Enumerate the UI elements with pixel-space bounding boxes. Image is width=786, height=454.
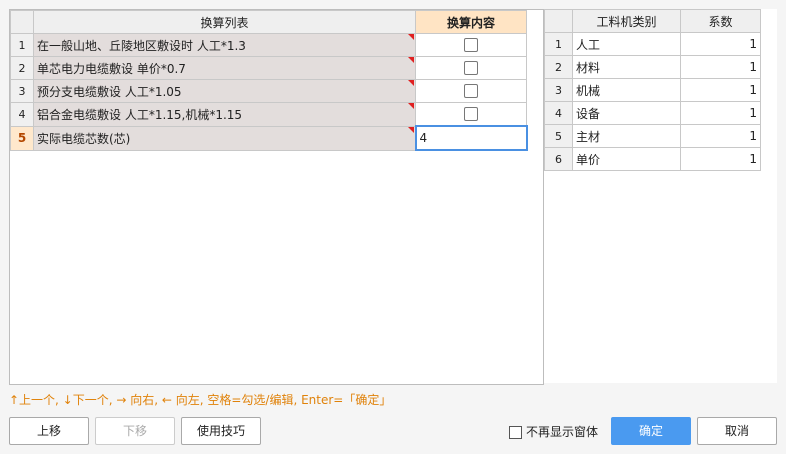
table-row[interactable]: 5 实际电缆芯数(芯) 4 bbox=[10, 125, 528, 151]
core-count-input[interactable]: 4 bbox=[414, 125, 528, 151]
note-flag-icon bbox=[408, 57, 414, 63]
material-category[interactable]: 机械 bbox=[572, 78, 681, 102]
conversion-name-text: 单芯电力电缆敷设 单价*0.7 bbox=[37, 61, 186, 76]
conversion-checkbox-cell[interactable] bbox=[415, 102, 527, 127]
table-row[interactable]: 2 单芯电力电缆敷设 单价*0.7 bbox=[10, 56, 527, 80]
corner-header bbox=[544, 9, 573, 33]
conversion-name[interactable]: 单芯电力电缆敷设 单价*0.7 bbox=[33, 56, 416, 80]
conversion-name[interactable]: 预分支电缆敷设 人工*1.05 bbox=[33, 79, 416, 103]
conversion-name[interactable]: 实际电缆芯数(芯) bbox=[33, 125, 416, 151]
row-number: 6 bbox=[544, 147, 573, 171]
material-category[interactable]: 材料 bbox=[572, 55, 681, 79]
row-number: 5 bbox=[10, 125, 34, 151]
conversion-checkbox[interactable] bbox=[464, 61, 478, 76]
row-number: 2 bbox=[544, 55, 573, 79]
note-flag-icon bbox=[408, 80, 414, 86]
keyboard-hint: ↑上一个, ↓下一个, → 向右, ← 向左, 空格=勾选/编辑, Enter=… bbox=[9, 393, 392, 407]
conversion-checkbox-cell[interactable] bbox=[415, 33, 527, 57]
table-row[interactable]: 4 铝合金电缆敷设 人工*1.15,机械*1.15 bbox=[10, 102, 527, 127]
no-show-window-checkbox[interactable]: 不再显示窗体 bbox=[509, 423, 598, 440]
conversion-name-text: 实际电缆芯数(芯) bbox=[37, 131, 131, 146]
table-row[interactable]: 3 预分支电缆敷设 人工*1.05 bbox=[10, 79, 527, 103]
conversion-name[interactable]: 铝合金电缆敷设 人工*1.15,机械*1.15 bbox=[33, 102, 416, 127]
table-row[interactable]: 1 在一般山地、丘陵地区敷设时 人工*1.3 bbox=[10, 33, 527, 57]
conversion-name[interactable]: 在一般山地、丘陵地区敷设时 人工*1.3 bbox=[33, 33, 416, 57]
row-number: 4 bbox=[544, 101, 573, 125]
material-category[interactable]: 单价 bbox=[572, 147, 681, 171]
conversion-content-header[interactable]: 换算内容 bbox=[415, 10, 527, 34]
conversion-checkbox-cell[interactable] bbox=[415, 79, 527, 103]
table-row[interactable]: 6 单价 1 bbox=[544, 147, 761, 171]
table-row[interactable]: 4 设备 1 bbox=[544, 101, 761, 125]
row-number: 1 bbox=[10, 33, 34, 57]
cancel-button[interactable]: 取消 bbox=[697, 417, 777, 445]
conversion-list-panel: 换算列表 换算内容 1 在一般山地、丘陵地区敷设时 人工*1.3 2 单芯电力电… bbox=[9, 9, 544, 385]
checkbox-box[interactable] bbox=[509, 426, 522, 439]
row-number: 3 bbox=[544, 78, 573, 102]
conversion-checkbox[interactable] bbox=[464, 84, 478, 99]
coefficient-header[interactable]: 系数 bbox=[680, 9, 761, 33]
coefficient-table: 工料机类别 系数 1 人工 1 2 材料 1 3 机械 1 4 设备 1 5 主… bbox=[544, 9, 761, 171]
material-category[interactable]: 人工 bbox=[572, 32, 681, 56]
material-category-header[interactable]: 工料机类别 bbox=[572, 9, 681, 33]
coefficient-value[interactable]: 1 bbox=[680, 124, 761, 148]
conversion-name-text: 在一般山地、丘陵地区敷设时 人工*1.3 bbox=[37, 38, 246, 53]
row-number: 4 bbox=[10, 102, 34, 127]
row-number: 2 bbox=[10, 56, 34, 80]
usage-tips-button[interactable]: 使用技巧 bbox=[181, 417, 261, 445]
coefficient-value[interactable]: 1 bbox=[680, 101, 761, 125]
coefficient-value[interactable]: 1 bbox=[680, 55, 761, 79]
move-up-button[interactable]: 上移 bbox=[9, 417, 89, 445]
row-number: 3 bbox=[10, 79, 34, 103]
conversion-checkbox-cell[interactable] bbox=[415, 56, 527, 80]
coefficient-value[interactable]: 1 bbox=[680, 78, 761, 102]
material-category[interactable]: 设备 bbox=[572, 101, 681, 125]
row-number: 5 bbox=[544, 124, 573, 148]
table-row[interactable]: 5 主材 1 bbox=[544, 124, 761, 148]
no-show-window-label: 不再显示窗体 bbox=[526, 425, 599, 439]
table-row[interactable]: 1 人工 1 bbox=[544, 32, 761, 56]
move-down-button[interactable]: 下移 bbox=[95, 417, 175, 445]
conversion-checkbox[interactable] bbox=[464, 38, 478, 53]
row-number: 1 bbox=[544, 32, 573, 56]
table-row[interactable]: 2 材料 1 bbox=[544, 55, 761, 79]
conversion-list-header[interactable]: 换算列表 bbox=[33, 10, 416, 34]
note-flag-icon bbox=[408, 103, 414, 109]
conversion-checkbox[interactable] bbox=[464, 107, 478, 122]
ok-button[interactable]: 确定 bbox=[611, 417, 691, 445]
conversion-table: 换算列表 换算内容 1 在一般山地、丘陵地区敷设时 人工*1.3 2 单芯电力电… bbox=[10, 10, 528, 151]
conversion-name-text: 铝合金电缆敷设 人工*1.15,机械*1.15 bbox=[37, 107, 243, 122]
note-flag-icon bbox=[408, 34, 414, 40]
material-category[interactable]: 主材 bbox=[572, 124, 681, 148]
conversion-name-text: 预分支电缆敷设 人工*1.05 bbox=[37, 84, 182, 99]
table-row[interactable]: 3 机械 1 bbox=[544, 78, 761, 102]
coefficient-value[interactable]: 1 bbox=[680, 32, 761, 56]
material-coefficient-panel: 工料机类别 系数 1 人工 1 2 材料 1 3 机械 1 4 设备 1 5 主… bbox=[544, 9, 777, 383]
corner-header bbox=[10, 10, 34, 34]
coefficient-value[interactable]: 1 bbox=[680, 147, 761, 171]
note-flag-icon bbox=[407, 127, 414, 133]
